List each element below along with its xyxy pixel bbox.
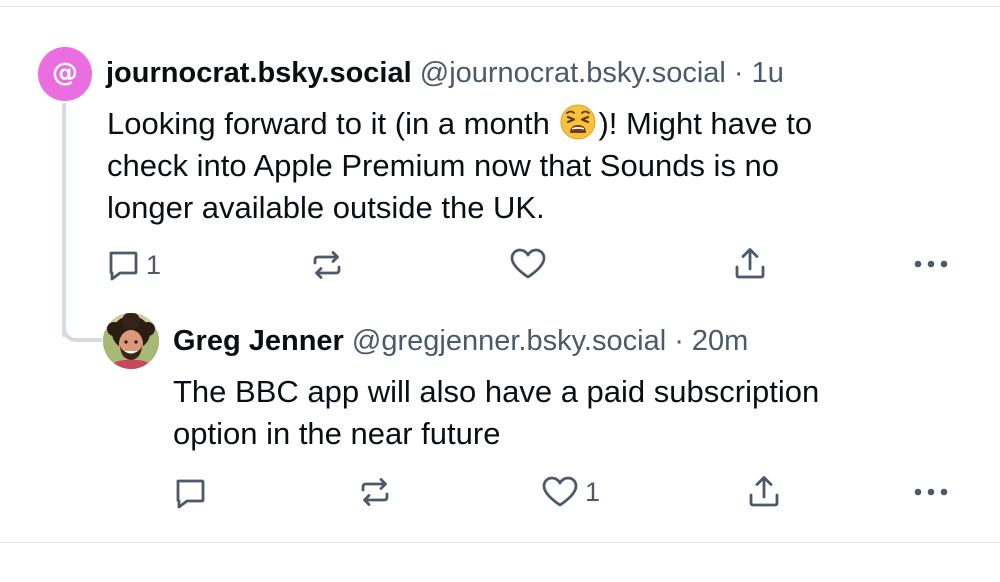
- post-text-line: Looking forward to it (in a month )! Mig…: [107, 103, 812, 145]
- post-header: Greg Jenner @gregjenner.bsky.social · 20…: [173, 323, 748, 359]
- post-text-line: longer available outside the UK.: [107, 190, 545, 225]
- thread-connector-curve: [62, 316, 102, 342]
- post-text-segment: Looking forward to it (in a month: [107, 106, 559, 141]
- divider: [0, 6, 1000, 7]
- post-text-line: The BBC app will also have a paid subscr…: [173, 374, 820, 409]
- share-button[interactable]: [746, 473, 782, 509]
- author-handle-time[interactable]: @gregjenner.bsky.social · 20m: [352, 325, 748, 357]
- share-icon: [735, 248, 765, 279]
- avatar-photo-image: [103, 313, 159, 369]
- repost-button[interactable]: [357, 474, 399, 510]
- post-text-segment: )! Might have to: [598, 106, 813, 141]
- more-icon: [914, 260, 948, 268]
- share-icon: [749, 476, 779, 507]
- author-handle-time[interactable]: @journocrat.bsky.social · 1u: [420, 57, 784, 89]
- author-name[interactable]: journocrat.bsky.social: [106, 57, 412, 89]
- reply-button[interactable]: 1: [106, 248, 161, 282]
- more-options-button[interactable]: [911, 478, 951, 506]
- post-text: Looking forward to it (in a month )! Mig…: [107, 103, 812, 229]
- share-button[interactable]: [732, 245, 768, 281]
- repost-icon: [361, 478, 389, 506]
- post-text: The BBC app will also have a paid subscr…: [173, 371, 819, 455]
- thread-view: @ journocrat.bsky.social @journocrat.bsk…: [0, 0, 1000, 582]
- like-icon: [542, 476, 578, 507]
- like-button[interactable]: [509, 246, 553, 282]
- divider: [0, 542, 1000, 543]
- reply-icon: [176, 479, 205, 509]
- avatar-glyph: @: [52, 58, 78, 88]
- repost-button[interactable]: [309, 247, 351, 283]
- reply-count: 1: [146, 250, 162, 280]
- more-icon: [914, 488, 948, 496]
- post-header: journocrat.bsky.social @journocrat.bsky.…: [106, 55, 784, 91]
- more-options-button[interactable]: [911, 250, 951, 278]
- reply-icon: [109, 251, 138, 281]
- post-text-line: check into Apple Premium now that Sounds…: [107, 148, 780, 183]
- like-icon: [510, 248, 546, 279]
- thread-connector-line: [62, 103, 66, 337]
- avatar[interactable]: @: [38, 47, 92, 101]
- reply-button[interactable]: [173, 476, 213, 510]
- like-count: 1: [585, 477, 601, 507]
- avatar[interactable]: [103, 313, 159, 369]
- author-name[interactable]: Greg Jenner: [173, 325, 344, 357]
- post-text-line: option in the near future: [173, 416, 501, 451]
- like-button[interactable]: 1: [541, 474, 600, 510]
- tired-face-emoji: [560, 104, 596, 140]
- repost-icon: [313, 251, 341, 279]
